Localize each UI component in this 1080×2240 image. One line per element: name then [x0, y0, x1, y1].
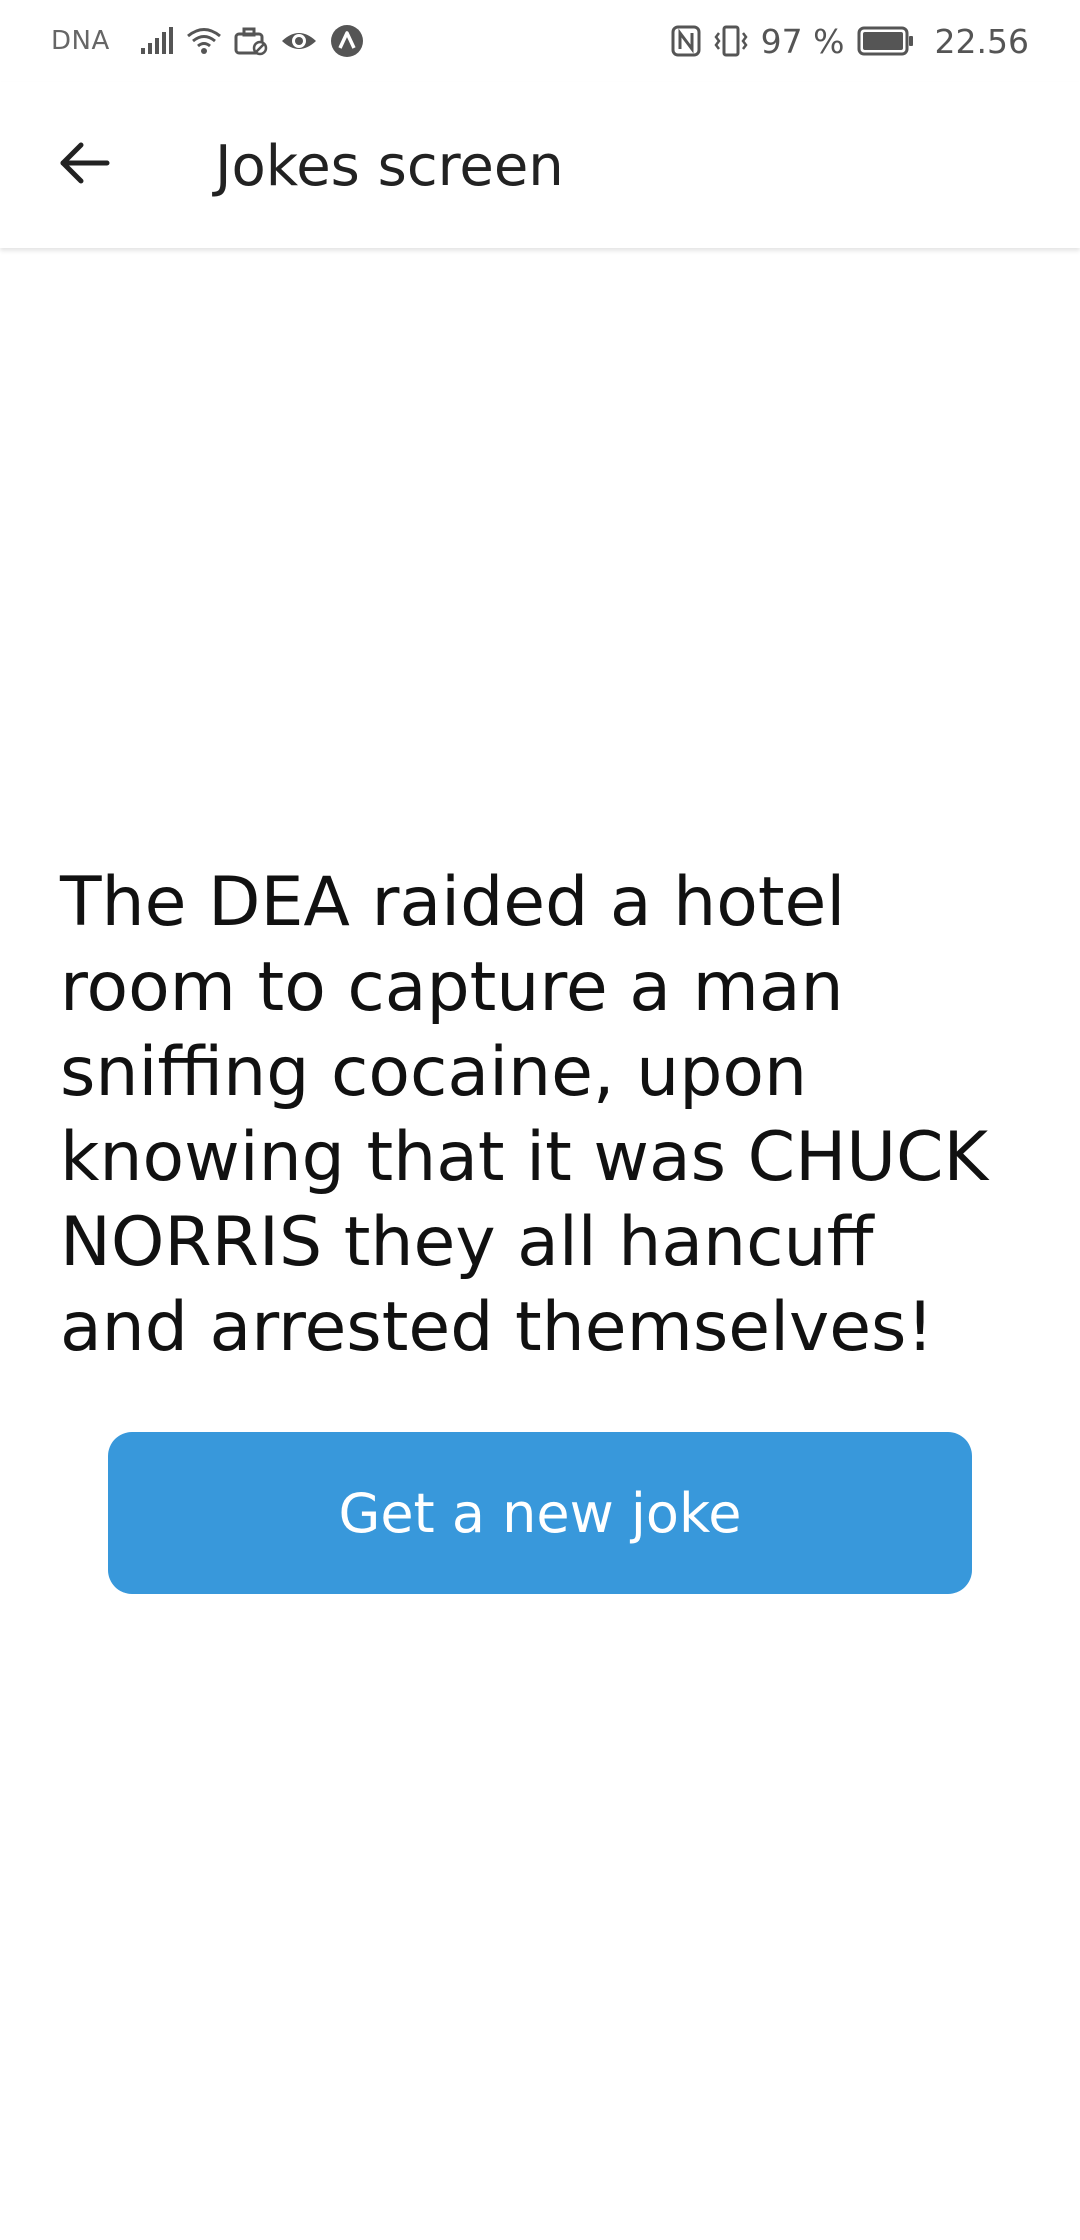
status-right: 97 % 22.56 — [671, 22, 1029, 61]
page-title: Jokes screen — [215, 134, 564, 199]
signal-icon — [140, 27, 174, 55]
status-bar: DNA 97 % 22.56 — [0, 0, 1080, 82]
jokes-screen: DNA 97 % 22.56 Jokes screen The DEA raid… — [0, 0, 1080, 2240]
battery-icon — [857, 26, 915, 56]
nfc-icon — [671, 25, 701, 57]
joke-text: The DEA raided a hotel room to capture a… — [60, 863, 989, 1367]
back-button[interactable] — [40, 125, 130, 205]
vibrate-icon — [713, 25, 749, 57]
status-left: DNA — [51, 24, 364, 58]
back-arrow-icon — [57, 139, 113, 191]
navigation-icon — [330, 24, 364, 58]
carrier-label: DNA — [51, 26, 110, 56]
wifi-icon — [186, 26, 222, 56]
battery-percent: 97 % — [760, 21, 845, 61]
app-bar: Jokes screen — [0, 82, 1080, 248]
get-new-joke-button[interactable]: Get a new joke — [108, 1432, 972, 1594]
briefcase-icon — [234, 26, 268, 56]
clock: 22.56 — [934, 21, 1029, 61]
eye-icon — [280, 27, 318, 55]
